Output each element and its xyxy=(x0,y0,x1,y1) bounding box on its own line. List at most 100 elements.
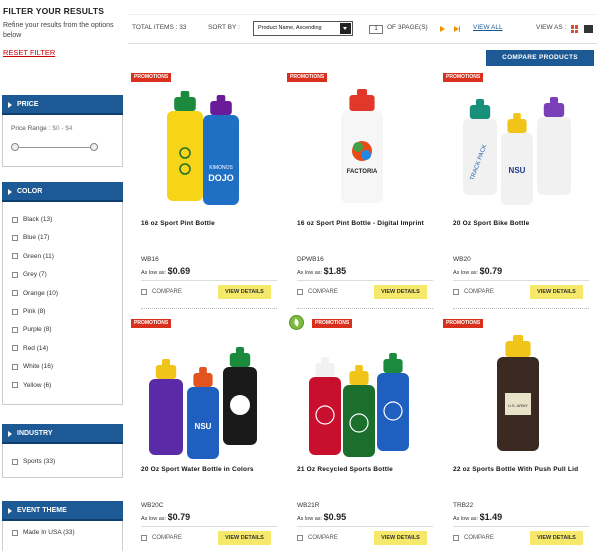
divider xyxy=(453,280,589,281)
checkbox[interactable] xyxy=(453,289,459,295)
product-title[interactable]: 16 oz Sport Pint Bottle xyxy=(141,219,273,228)
compare-checkbox[interactable]: COMPARE xyxy=(453,289,494,295)
checkbox[interactable] xyxy=(12,345,18,352)
next-page-icon[interactable] xyxy=(440,26,445,32)
expand-arrow-icon xyxy=(8,508,12,514)
product-sku: WB20C xyxy=(141,502,164,509)
view-as-label: VIEW AS : xyxy=(536,24,567,31)
view-details-button[interactable]: VIEW DETAILS xyxy=(218,531,271,545)
color-facet-header[interactable]: COLOR xyxy=(2,182,123,202)
checkbox[interactable] xyxy=(453,535,459,541)
view-details-button[interactable]: VIEW DETAILS xyxy=(218,285,271,299)
checkbox[interactable] xyxy=(12,326,18,333)
product-image[interactable]: KIMONOS DOJO xyxy=(131,83,281,213)
checkbox[interactable] xyxy=(12,308,18,315)
view-all-link[interactable]: VIEW ALL xyxy=(473,24,503,31)
product-card: PROMOTIONS KIMONOS DOJO 16 oz Sport Pint Bo… xyxy=(131,73,281,309)
product-title[interactable]: 21 Oz Recycled Sports Bottle xyxy=(297,465,429,474)
product-title[interactable]: 20 Oz Sport Bike Bottle xyxy=(453,219,585,228)
divider xyxy=(297,526,433,527)
color-option[interactable]: Orange (10) xyxy=(12,290,58,297)
expand-arrow-icon xyxy=(8,431,12,437)
checkbox[interactable] xyxy=(297,289,303,295)
checkbox[interactable] xyxy=(141,535,147,541)
color-option[interactable]: Red (14) xyxy=(12,345,48,352)
color-option[interactable]: Yellow (6) xyxy=(12,382,51,389)
price-facet-title: PRICE xyxy=(17,101,39,108)
checkbox[interactable] xyxy=(12,458,18,465)
promotions-badge: PROMOTIONS xyxy=(131,319,172,328)
promotions-badge: PROMOTIONS xyxy=(287,73,328,82)
product-title[interactable]: 22 oz Sports Bottle With Push Pull Lid xyxy=(453,465,585,474)
sort-select-value: Product Name, Ascending xyxy=(258,25,322,31)
checkbox[interactable] xyxy=(12,216,18,223)
color-option[interactable]: White (16) xyxy=(12,363,53,370)
checkbox[interactable] xyxy=(12,271,18,278)
event-theme-option[interactable]: Made In USA (33) xyxy=(12,529,75,536)
price-value: $0.79 xyxy=(479,266,503,276)
view-details-button[interactable]: VIEW DETAILS xyxy=(530,531,583,545)
price-range-values: $0 - $4 xyxy=(52,125,73,132)
checkbox[interactable] xyxy=(297,535,303,541)
product-price: As low as: $0.79 xyxy=(453,266,503,276)
price-slider-track[interactable] xyxy=(15,147,98,148)
compare-checkbox[interactable]: COMPARE xyxy=(297,289,338,295)
product-price: As low as: $0.79 xyxy=(141,512,191,522)
view-details-button[interactable]: VIEW DETAILS xyxy=(374,285,427,299)
product-price: As low as: $1.49 xyxy=(453,512,503,522)
product-title[interactable]: 20 Oz Sport Water Bottle in Colors xyxy=(141,465,273,474)
expand-arrow-icon xyxy=(8,102,12,108)
price-slider-min-handle[interactable] xyxy=(11,143,19,151)
color-option[interactable]: Black (13) xyxy=(12,216,52,223)
compare-checkbox[interactable]: COMPARE xyxy=(141,289,182,295)
color-option[interactable]: Green (11) xyxy=(12,253,54,260)
industry-facet-title: INDUSTRY xyxy=(17,430,53,437)
promotions-badge: PROMOTIONS xyxy=(312,319,353,328)
color-facet-title: COLOR xyxy=(17,188,43,195)
color-option[interactable]: Blue (17) xyxy=(12,234,49,241)
view-details-button[interactable]: VIEW DETAILS xyxy=(530,285,583,299)
event-theme-facet-header[interactable]: EVENT THEME xyxy=(2,501,123,521)
last-page-icon[interactable] xyxy=(454,26,460,32)
product-image[interactable]: FACTORIA xyxy=(287,83,437,213)
product-image[interactable]: U.S. ARMY xyxy=(443,329,593,459)
industry-option[interactable]: Sports (33) xyxy=(12,458,55,465)
price-value: $1.85 xyxy=(323,266,347,276)
product-price: As low as: $1.85 xyxy=(297,266,347,276)
checkbox[interactable] xyxy=(12,290,18,297)
page-number-input[interactable]: 1 xyxy=(369,25,383,34)
compare-checkbox[interactable]: COMPARE xyxy=(453,535,494,541)
sort-select[interactable]: Product Name, Ascending xyxy=(253,21,353,36)
grid-view-icon[interactable] xyxy=(571,25,579,33)
product-image[interactable] xyxy=(287,329,437,459)
svg-text:FACTORIA: FACTORIA xyxy=(347,169,378,175)
view-details-button[interactable]: VIEW DETAILS xyxy=(374,531,427,545)
product-card: PROMOTIONS 21 Oz Recycled Sports Bottle WB… xyxy=(287,315,437,551)
product-price: As low as: $0.95 xyxy=(297,512,347,522)
product-card: PROMOTIONS U.S. ARMY 22 oz Sports Bottle W… xyxy=(443,319,593,551)
checkbox[interactable] xyxy=(12,253,18,260)
price-facet-header[interactable]: PRICE xyxy=(2,95,123,115)
color-option[interactable]: Pink (8) xyxy=(12,308,45,315)
industry-facet-header[interactable]: INDUSTRY xyxy=(2,424,123,444)
checkbox[interactable] xyxy=(141,289,147,295)
color-option[interactable]: Purple (8) xyxy=(12,326,52,333)
price-slider-max-handle[interactable] xyxy=(90,143,98,151)
color-option[interactable]: Grey (7) xyxy=(12,271,47,278)
product-title[interactable]: 16 oz Sport Pint Bottle - Digital Imprin… xyxy=(297,219,429,228)
list-view-icon[interactable] xyxy=(584,25,593,33)
product-image[interactable]: NSU xyxy=(131,329,281,459)
chevron-down-icon[interactable] xyxy=(340,23,351,34)
checkbox[interactable] xyxy=(12,234,18,241)
compare-checkbox[interactable]: COMPARE xyxy=(141,535,182,541)
checkbox[interactable] xyxy=(12,363,18,370)
checkbox[interactable] xyxy=(12,382,18,389)
svg-text:U.S. ARMY: U.S. ARMY xyxy=(508,403,529,408)
filter-description: Refine your results from the options bel… xyxy=(3,22,114,39)
checkbox[interactable] xyxy=(12,529,18,536)
expand-arrow-icon xyxy=(8,189,12,195)
reset-filter-link[interactable]: RESET FILTER xyxy=(3,48,55,57)
product-image[interactable]: TRACK PACK NSU xyxy=(443,83,593,213)
compare-products-button[interactable]: COMPARE PRODUCTS xyxy=(486,50,594,66)
compare-checkbox[interactable]: COMPARE xyxy=(297,535,338,541)
